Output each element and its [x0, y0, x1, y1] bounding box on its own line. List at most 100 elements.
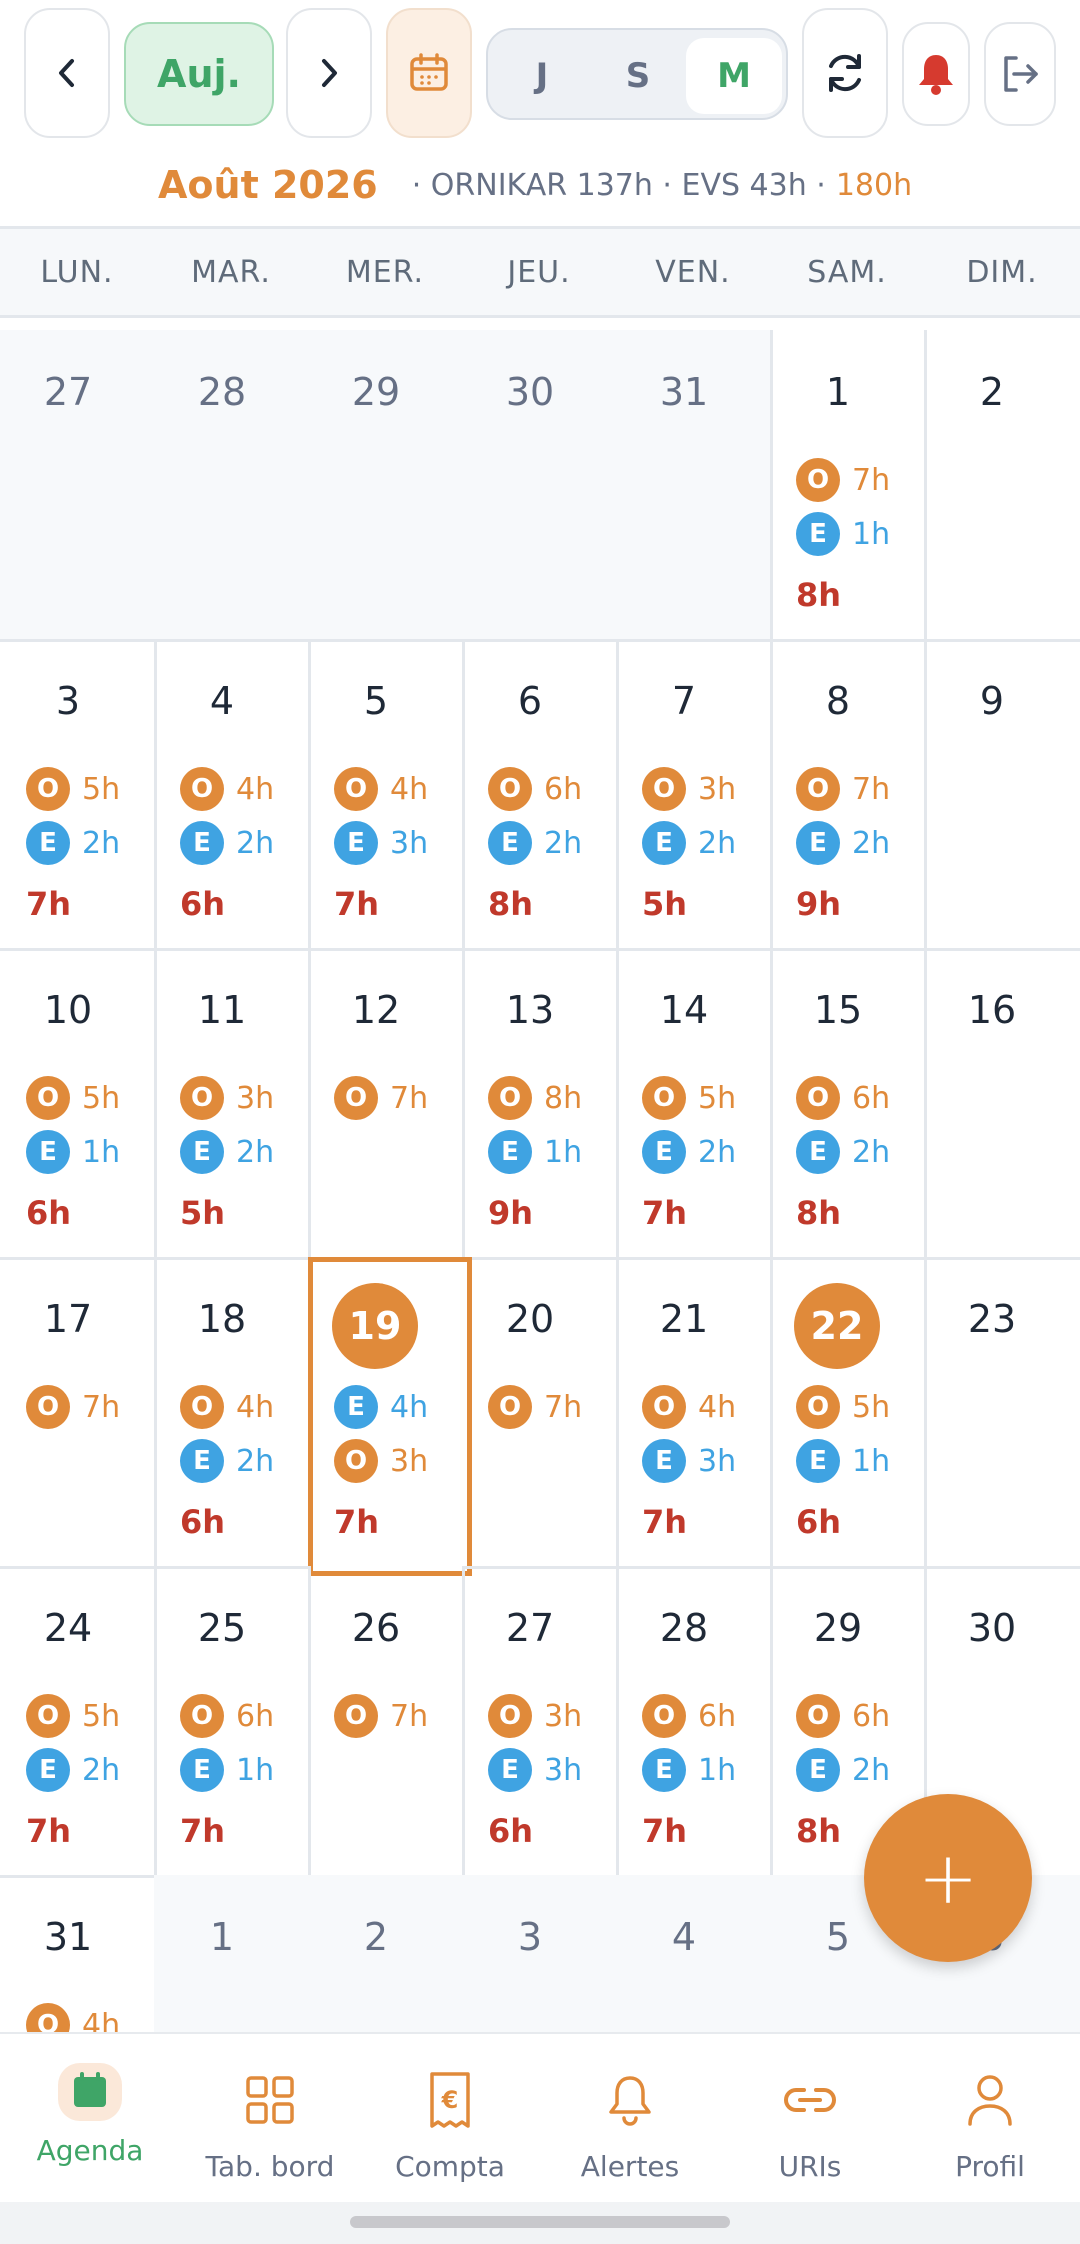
bell-icon [590, 2070, 670, 2130]
hours-value: 3h [236, 1080, 275, 1116]
nav-item-compta[interactable]: € Compta [360, 2034, 540, 2204]
day-cell[interactable]: 4 [616, 1875, 773, 2032]
ornikar-badge: O [796, 1076, 840, 1120]
hours-value: 5h [852, 1389, 891, 1425]
svg-text:€: € [441, 2086, 459, 2114]
nav-item-alertes[interactable]: Alertes [540, 2034, 720, 2204]
nav-item-agenda[interactable]: Agenda [0, 2034, 180, 2204]
nav-label: Compta [395, 2150, 505, 2183]
evs-entry: E 3h [488, 1746, 582, 1794]
view-week-button[interactable]: S [590, 38, 686, 114]
day-cell[interactable]: 8 O 7h E 2h 9h [770, 639, 927, 951]
evs-badge: E [26, 1748, 70, 1792]
day-number: 26 [351, 1606, 401, 1650]
day-cell[interactable]: 27 [0, 330, 157, 642]
day-cell[interactable]: 23 [924, 1257, 1080, 1569]
day-total-hours: 5h [642, 885, 688, 923]
day-total-hours: 6h [796, 1503, 842, 1541]
nav-item-uris[interactable]: URIs [720, 2034, 900, 2204]
add-event-button[interactable]: + [864, 1794, 1032, 1962]
day-cell[interactable]: 10 O 5h E 1h 6h [0, 948, 157, 1260]
refresh-button[interactable] [802, 8, 888, 138]
ornikar-badge: O [488, 1076, 532, 1120]
day-cell[interactable]: 7 O 3h E 2h 5h [616, 639, 773, 951]
day-cell[interactable]: 31 [616, 330, 773, 642]
day-cell[interactable]: 1 [154, 1875, 311, 2032]
day-cell[interactable]: 22 O 5h E 1h 6h [770, 1257, 927, 1569]
receipt-euro-icon: € [410, 2070, 490, 2130]
ornikar-entry: O 5h [26, 1692, 120, 1740]
evs-badge: E [180, 1130, 224, 1174]
day-number: 9 [979, 679, 1005, 723]
day-cell[interactable]: 3 [462, 1875, 619, 2032]
day-cell[interactable]: 11 O 3h E 2h 5h [154, 948, 311, 1260]
hours-value: 3h [544, 1698, 583, 1734]
ornikar-badge: O [796, 1694, 840, 1738]
day-cell[interactable]: 17 O 7h [0, 1257, 157, 1569]
view-month-button[interactable]: M [686, 38, 782, 114]
hours-value: 3h [698, 1443, 737, 1479]
nav-item-tab-bord[interactable]: Tab. bord [180, 2034, 360, 2204]
hours-value: 1h [852, 1443, 891, 1479]
day-cell[interactable]: 15 O 6h E 2h 8h [770, 948, 927, 1260]
day-cell[interactable]: 5 O 4h E 3h 7h [308, 639, 465, 951]
day-cell[interactable]: 12 O 7h [308, 948, 465, 1260]
day-cell[interactable]: 20 O 7h [462, 1257, 619, 1569]
day-cell[interactable]: 24 O 5h E 2h 7h [0, 1566, 157, 1878]
day-cell[interactable]: 9 [924, 639, 1080, 951]
day-cell[interactable]: 16 [924, 948, 1080, 1260]
nav-item-profil[interactable]: Profil [900, 2034, 1080, 2204]
ornikar-badge: O [488, 767, 532, 811]
today-button[interactable]: Auj. [124, 22, 274, 126]
home-indicator[interactable] [350, 2216, 730, 2228]
dashboard-icon [230, 2070, 310, 2130]
next-button[interactable] [286, 8, 372, 138]
logout-button[interactable] [984, 22, 1056, 126]
day-number: 28 [197, 370, 247, 414]
day-cell[interactable]: 4 O 4h E 2h 6h [154, 639, 311, 951]
date-picker-button[interactable] [386, 8, 472, 138]
hours-value: 5h [698, 1080, 737, 1116]
hours-value: 1h [82, 1134, 121, 1170]
day-cell[interactable]: 26 O 7h [308, 1566, 465, 1878]
day-cell[interactable]: 29 [308, 330, 465, 642]
ornikar-badge: O [334, 1694, 378, 1738]
day-cell[interactable]: 31 O 4h [0, 1875, 157, 2032]
hours-value: 3h [698, 771, 737, 807]
day-number: 31 [43, 1915, 93, 1959]
day-cell[interactable]: 1 O 7h E 1h 8h [770, 330, 927, 642]
previous-button[interactable] [24, 8, 110, 138]
day-cell[interactable]: 28 O 6h E 1h 7h [616, 1566, 773, 1878]
evs-badge: E [642, 1130, 686, 1174]
evs-entry: E 2h [642, 1128, 736, 1176]
day-cell[interactable]: 3 O 5h E 2h 7h [0, 639, 157, 951]
day-cell[interactable]: 2 [308, 1875, 465, 2032]
view-day-button[interactable]: J [494, 38, 590, 114]
ornikar-badge: O [642, 767, 686, 811]
day-number: 19 [332, 1283, 418, 1369]
day-cell[interactable]: 19 E 4h O 3h 7h [308, 1257, 472, 1576]
day-cell[interactable]: 6 O 6h E 2h 8h [462, 639, 619, 951]
day-cell[interactable]: 18 O 4h E 2h 6h [154, 1257, 311, 1569]
day-cell[interactable]: 25 O 6h E 1h 7h [154, 1566, 311, 1878]
hours-value: 6h [236, 1698, 275, 1734]
hours-value: 7h [544, 1389, 583, 1425]
ornikar-badge: O [796, 767, 840, 811]
day-number: 6 [517, 679, 543, 723]
day-cell[interactable]: 2 [924, 330, 1080, 642]
ornikar-entry: O 7h [26, 1383, 120, 1431]
day-cell[interactable]: 30 [462, 330, 619, 642]
weekday-label: JEU. [507, 254, 571, 290]
calendar-icon [410, 53, 448, 91]
ornikar-badge: O [488, 1694, 532, 1738]
day-cell[interactable]: 28 [154, 330, 311, 642]
ornikar-badge: O [26, 767, 70, 811]
day-cell[interactable]: 13 O 8h E 1h 9h [462, 948, 619, 1260]
notifications-button[interactable] [902, 22, 970, 126]
hours-value: 4h [390, 1389, 429, 1425]
ornikar-entry: O 7h [334, 1692, 428, 1740]
hours-value: 2h [236, 1443, 275, 1479]
day-cell[interactable]: 21 O 4h E 3h 7h [616, 1257, 773, 1569]
day-cell[interactable]: 27 O 3h E 3h 6h [462, 1566, 619, 1878]
day-cell[interactable]: 14 O 5h E 2h 7h [616, 948, 773, 1260]
